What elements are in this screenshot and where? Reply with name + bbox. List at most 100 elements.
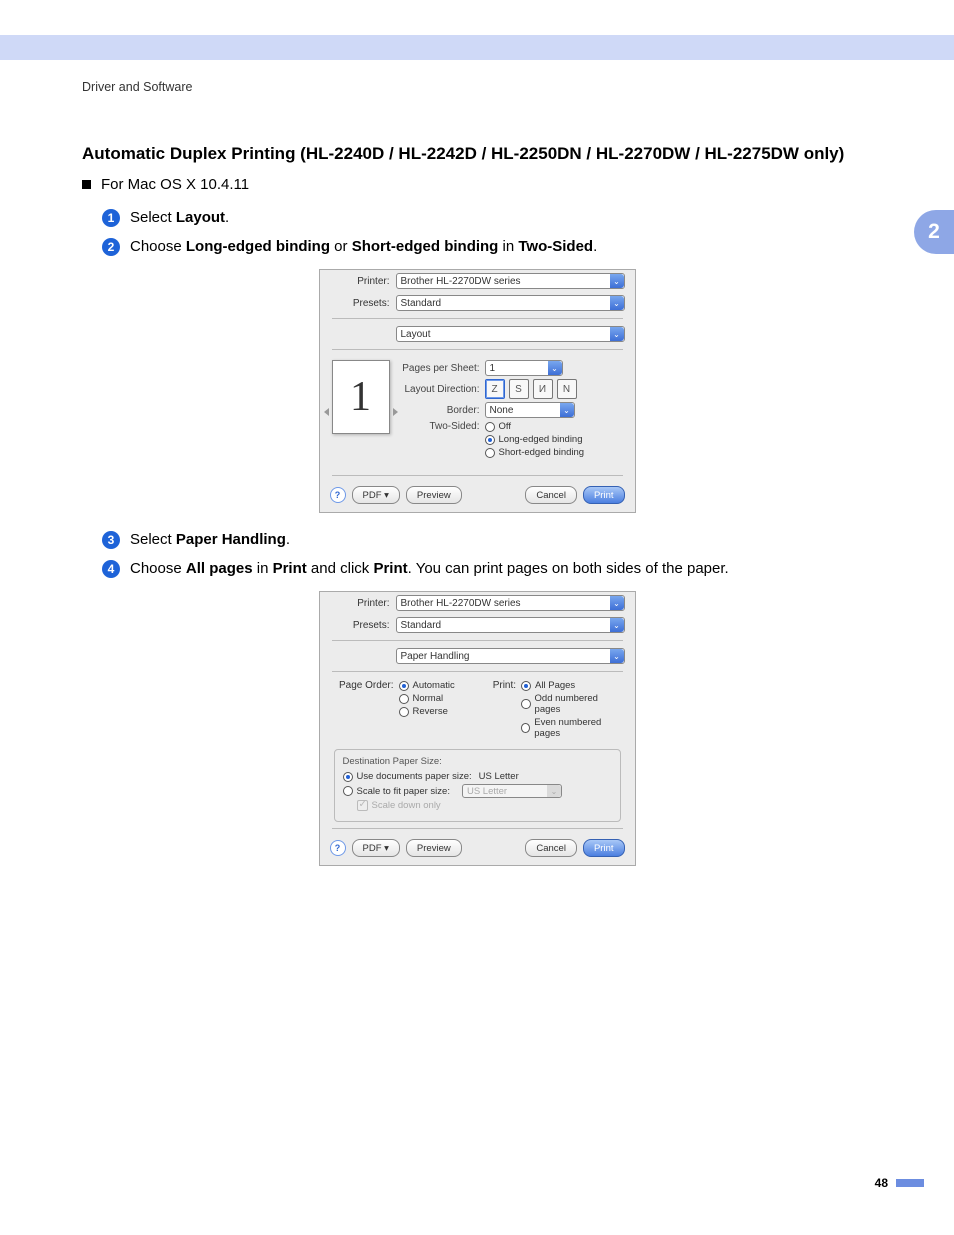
printer-value: Brother HL-2270DW series	[401, 276, 521, 287]
radio-icon	[485, 435, 495, 445]
step-4: 4 Choose All pages in Print and click Pr…	[102, 558, 872, 579]
pr-odd-label: Odd numbered pages	[535, 693, 621, 715]
preview-button[interactable]: Preview	[406, 486, 462, 504]
print-dialog-paper-handling: Printer: Brother HL-2270DW series ⌄ Pres…	[319, 591, 636, 866]
cancel-button[interactable]: Cancel	[525, 839, 577, 857]
divider	[332, 640, 623, 641]
presets-value: Standard	[401, 298, 442, 309]
step4-b1: All pages	[186, 560, 253, 577]
step4-mid2: and click	[307, 560, 374, 577]
pane-select[interactable]: Paper Handling ⌄	[396, 648, 625, 664]
step4-pre: Choose	[130, 560, 186, 577]
breadcrumb: Driver and Software	[82, 80, 872, 94]
radio-icon	[521, 723, 530, 733]
dest-legend: Destination Paper Size:	[343, 756, 612, 767]
two-sided-label: Two-Sided:	[400, 421, 485, 432]
dropdown-cap-icon: ⌄	[610, 274, 624, 288]
pane-value: Layout	[401, 329, 431, 340]
scale-fit-row[interactable]: Scale to fit paper size: US Letter ⌄	[343, 784, 612, 798]
po-auto-label: Automatic	[413, 680, 455, 691]
dropdown-cap-icon: ⌄	[610, 296, 624, 310]
layout-direction-buttons: Z S И N	[485, 379, 577, 399]
divider	[332, 671, 623, 672]
step4-b2: Print	[273, 560, 307, 577]
radio-icon	[485, 422, 495, 432]
po-normal-label: Normal	[413, 693, 444, 704]
pages-per-sheet-label: Pages per Sheet:	[400, 363, 485, 374]
help-icon[interactable]: ?	[330, 840, 346, 856]
print-button[interactable]: Print	[583, 486, 625, 504]
pr-all-row[interactable]: All Pages	[521, 680, 620, 691]
step2-b2: Short-edged binding	[352, 238, 499, 255]
step2-pre: Choose	[130, 238, 186, 255]
layout-dir-2-icon[interactable]: S	[509, 379, 529, 399]
scale-fit-label: Scale to fit paper size:	[357, 786, 450, 797]
help-icon[interactable]: ?	[330, 487, 346, 503]
po-normal-row[interactable]: Normal	[399, 693, 455, 704]
step-2: 2 Choose Long-edged binding or Short-edg…	[102, 236, 872, 257]
top-band	[0, 35, 954, 60]
po-auto-row[interactable]: Automatic	[399, 680, 455, 691]
page-number-text: 48	[875, 1176, 888, 1190]
radio-icon	[521, 681, 531, 691]
print-button[interactable]: Print	[583, 839, 625, 857]
scale-fit-value: US Letter	[467, 786, 507, 797]
radio-icon	[343, 786, 353, 796]
cancel-button[interactable]: Cancel	[525, 486, 577, 504]
preview-button[interactable]: Preview	[406, 839, 462, 857]
use-doc-row[interactable]: Use documents paper size: US Letter	[343, 771, 612, 782]
pages-per-sheet-value: 1	[490, 363, 496, 374]
border-label: Border:	[400, 405, 485, 416]
pages-per-sheet-select[interactable]: 1 ⌄	[485, 360, 563, 376]
dropdown-cap-icon: ⌄	[560, 403, 574, 417]
dropdown-cap-icon: ⌄	[548, 361, 562, 375]
radio-icon	[399, 694, 409, 704]
presets-select[interactable]: Standard ⌄	[396, 617, 625, 633]
scale-fit-select: US Letter ⌄	[462, 784, 562, 798]
po-reverse-row[interactable]: Reverse	[399, 706, 455, 717]
printer-select[interactable]: Brother HL-2270DW series ⌄	[396, 595, 625, 611]
step-number-icon: 4	[102, 560, 120, 578]
border-select[interactable]: None ⌄	[485, 402, 575, 418]
two-sided-long-row[interactable]: Long-edged binding	[485, 434, 585, 445]
page-order-label: Page Order:	[334, 680, 399, 741]
page-preview: 1	[332, 360, 390, 434]
step-3: 3 Select Paper Handling.	[102, 529, 872, 550]
radio-icon	[399, 707, 409, 717]
pr-even-row[interactable]: Even numbered pages	[521, 717, 620, 739]
pdf-button[interactable]: PDF ▾	[352, 839, 400, 857]
dropdown-cap-icon: ⌄	[610, 327, 624, 341]
two-sided-long-label: Long-edged binding	[499, 434, 583, 445]
two-sided-off-label: Off	[499, 421, 512, 432]
layout-dir-1-icon[interactable]: Z	[485, 379, 505, 399]
two-sided-off-row[interactable]: Off	[485, 421, 585, 432]
divider	[332, 318, 623, 319]
pdf-button[interactable]: PDF ▾	[352, 486, 400, 504]
checkbox-icon: ✓	[357, 800, 368, 811]
presets-select[interactable]: Standard ⌄	[396, 295, 625, 311]
two-sided-short-row[interactable]: Short-edged binding	[485, 447, 585, 458]
two-sided-short-label: Short-edged binding	[499, 447, 585, 458]
pane-select[interactable]: Layout ⌄	[396, 326, 625, 342]
presets-label: Presets:	[330, 620, 396, 631]
use-doc-value: US Letter	[479, 771, 519, 782]
layout-dir-3-icon[interactable]: И	[533, 379, 553, 399]
page-number-bar-icon	[896, 1179, 924, 1187]
printer-select[interactable]: Brother HL-2270DW series ⌄	[396, 273, 625, 289]
radio-icon	[399, 681, 409, 691]
prev-page-icon[interactable]	[324, 408, 329, 416]
printer-label: Printer:	[330, 276, 396, 287]
next-page-icon[interactable]	[393, 408, 398, 416]
page-preview-box: 1	[332, 360, 390, 463]
radio-icon	[343, 772, 353, 782]
pr-odd-row[interactable]: Odd numbered pages	[521, 693, 620, 715]
os-line: For Mac OS X 10.4.11	[82, 176, 872, 193]
presets-label: Presets:	[330, 298, 396, 309]
step-number-icon: 1	[102, 209, 120, 227]
chapter-tab: 2	[914, 210, 954, 254]
radio-icon	[485, 448, 495, 458]
step2-b1: Long-edged binding	[186, 238, 330, 255]
step1-pre: Select	[130, 209, 176, 226]
dropdown-cap-icon: ⌄	[610, 618, 624, 632]
layout-dir-4-icon[interactable]: N	[557, 379, 577, 399]
